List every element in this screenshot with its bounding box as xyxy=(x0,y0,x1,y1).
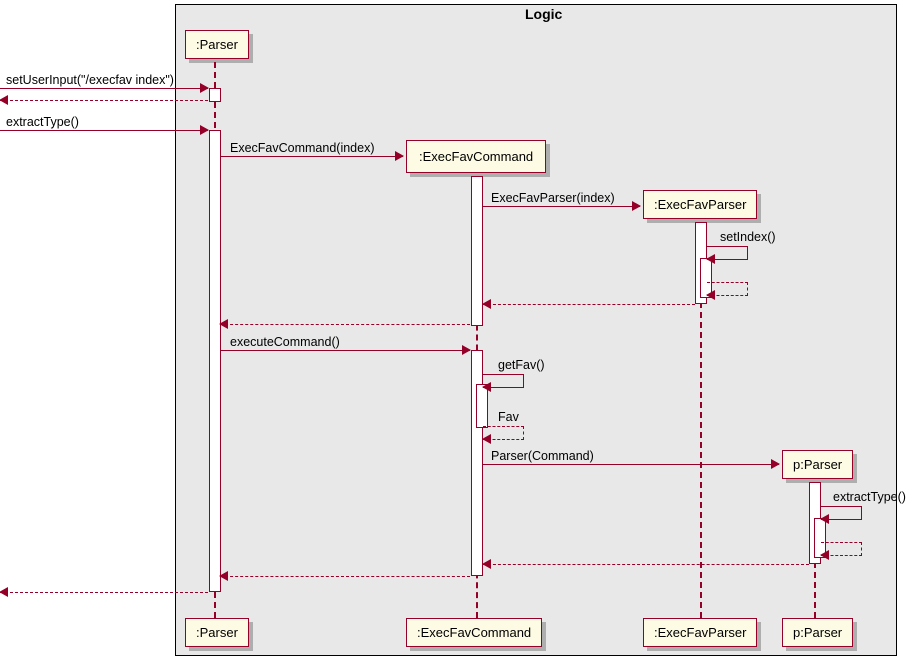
return-execfavcommand1 xyxy=(220,324,470,325)
selfreturn-extracttype2 xyxy=(821,542,862,556)
return-parser-external xyxy=(0,592,208,593)
selfcall-setindex xyxy=(707,246,748,260)
return-setuserinput xyxy=(0,100,208,101)
activation-parser-2 xyxy=(209,130,221,592)
participant-execfavparser-bottom: :ExecFavParser xyxy=(643,618,757,647)
selfcall-extracttype2 xyxy=(821,506,862,520)
sequence-diagram: Logic :Parser :ExecFavCommand :ExecFavPa… xyxy=(0,0,916,658)
msg-executecommand: executeCommand() xyxy=(220,350,470,351)
participant-parser-bottom: :Parser xyxy=(185,618,249,647)
return-pparser xyxy=(483,564,809,565)
msg-execfavcommand-create: ExecFavCommand(index) xyxy=(220,156,403,157)
participant-pparser-top: p:Parser xyxy=(782,450,853,479)
msg-setuserinput: setUserInput("/execfav index") xyxy=(0,88,208,89)
msg-execfavparser-create: ExecFavParser(index) xyxy=(483,206,640,207)
participant-execfavcommand-bottom: :ExecFavCommand xyxy=(406,618,542,647)
selfcall-getfav xyxy=(483,374,524,388)
return-execfavparser xyxy=(483,304,695,305)
participant-execfavparser-top: :ExecFavParser xyxy=(643,190,757,219)
selfreturn-setindex xyxy=(707,282,748,296)
return-execfavcommand2 xyxy=(220,576,470,577)
selfreturn-fav xyxy=(483,426,524,440)
participant-pparser-bottom: p:Parser xyxy=(782,618,853,647)
participant-execfavcommand-top: :ExecFavCommand xyxy=(406,140,546,173)
msg-parsercommand: Parser(Command) xyxy=(483,464,779,465)
participant-parser-top: :Parser xyxy=(185,30,249,59)
activation-parser-1 xyxy=(209,88,221,102)
msg-extracttype1: extractType() xyxy=(0,130,208,131)
logic-frame-label: Logic xyxy=(525,6,562,22)
